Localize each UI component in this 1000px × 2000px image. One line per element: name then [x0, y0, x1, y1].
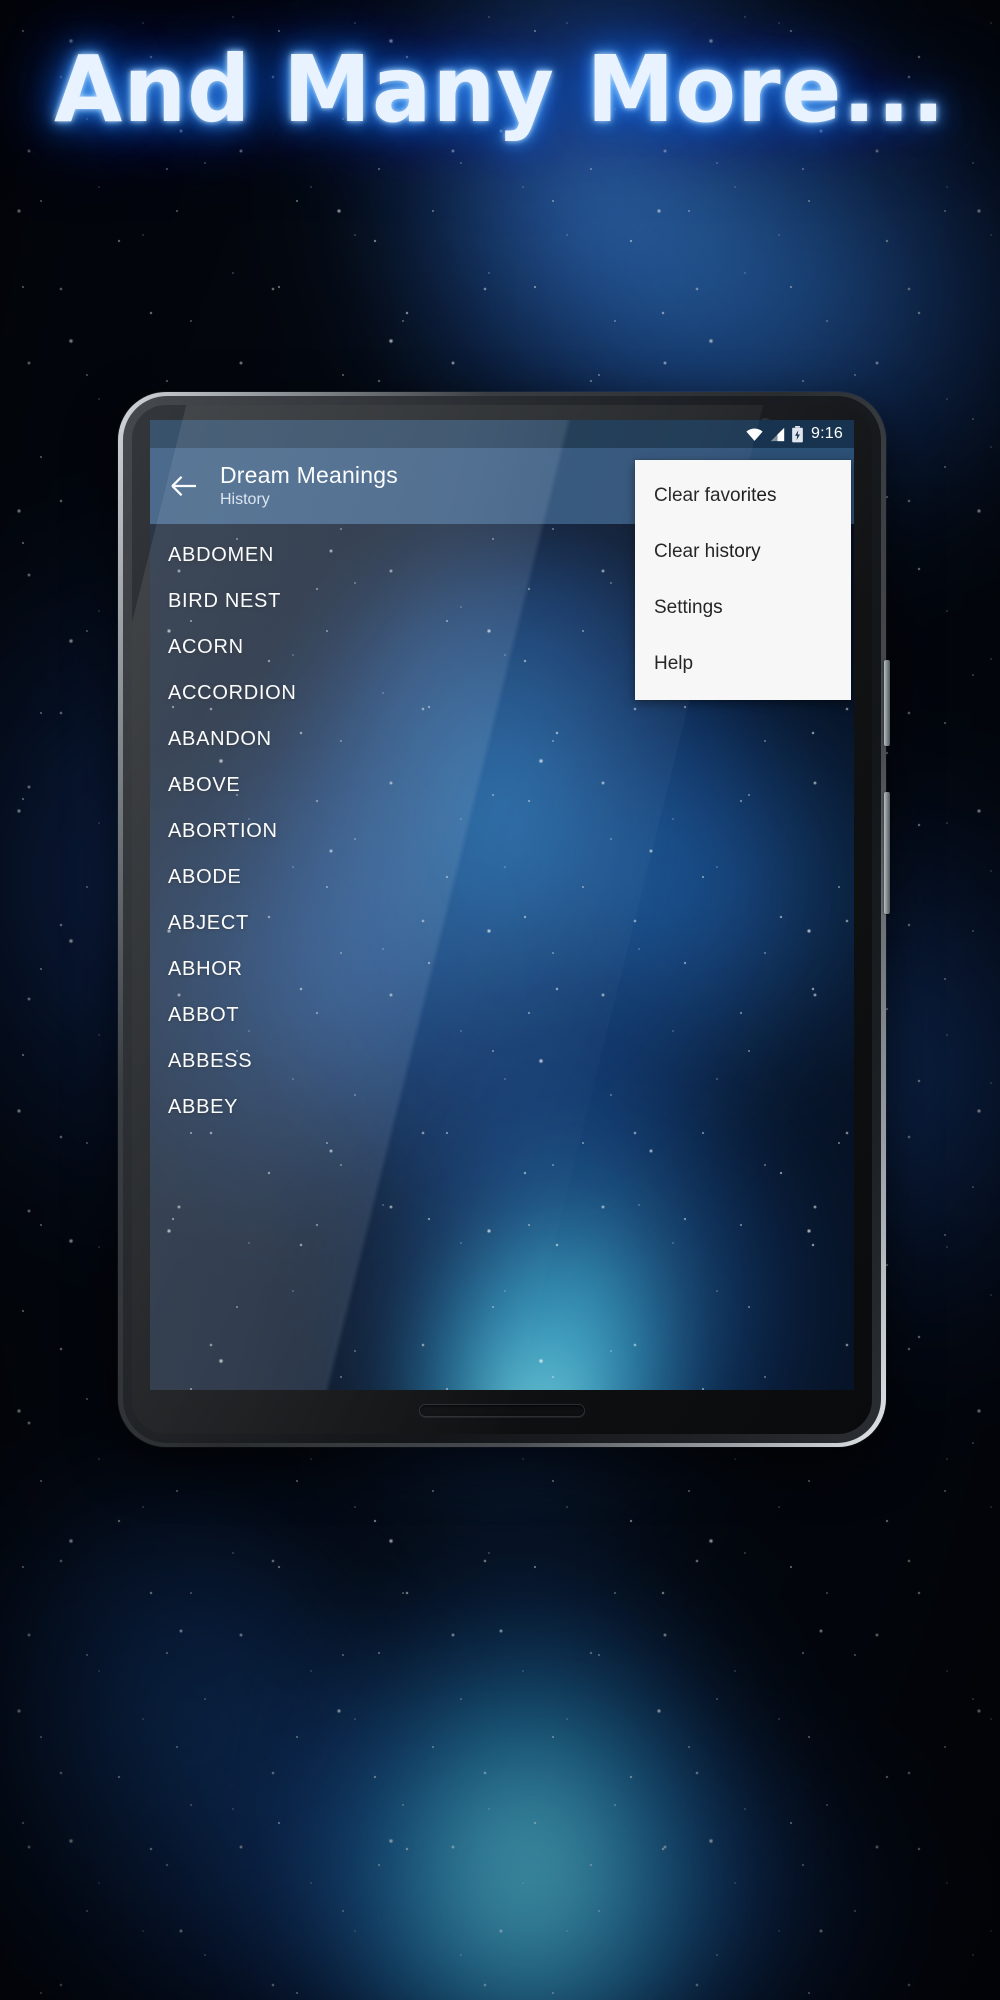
page-title: Dream Meanings: [220, 462, 398, 489]
menu-item-label: Help: [654, 653, 694, 674]
word-label: ABBEY: [168, 1095, 239, 1118]
status-bar: 9:16: [150, 420, 854, 448]
word-label: ABJECT: [168, 911, 249, 934]
list-item[interactable]: ABHOR: [150, 946, 854, 992]
page-subtitle: History: [220, 490, 270, 508]
battery-charging-icon: [791, 425, 804, 443]
status-bar-clock: 9:16: [811, 425, 843, 442]
menu-item-label: Settings: [654, 597, 723, 618]
word-label: ABHOR: [168, 957, 243, 980]
app-bar-titles: Dream Meanings History: [220, 463, 398, 508]
list-item[interactable]: ABBOT: [150, 992, 854, 1038]
list-item[interactable]: ABODE: [150, 854, 854, 900]
list-item[interactable]: ABBEY: [150, 1084, 854, 1130]
signal-icon: [769, 427, 786, 442]
phone-mockup: 9:16 Dream Meanings History ABDOMEN BIRD…: [118, 392, 890, 1447]
menu-item-help[interactable]: Help: [635, 636, 851, 692]
word-label: ABODE: [168, 865, 242, 888]
word-label: ACCORDION: [168, 681, 297, 704]
menu-item-label: Clear favorites: [654, 485, 777, 506]
word-label: ACORN: [168, 635, 244, 658]
word-label: BIRD NEST: [168, 589, 281, 612]
word-label: ABANDON: [168, 727, 272, 750]
menu-item-clear-favorites[interactable]: Clear favorites: [635, 468, 851, 524]
menu-item-settings[interactable]: Settings: [635, 580, 851, 636]
list-item[interactable]: ABOVE: [150, 762, 854, 808]
list-item[interactable]: ABJECT: [150, 900, 854, 946]
menu-item-clear-history[interactable]: Clear history: [635, 524, 851, 580]
word-label: ABBOT: [168, 1003, 240, 1026]
volume-button[interactable]: [884, 660, 890, 746]
word-label: ABORTION: [168, 819, 278, 842]
list-item[interactable]: ABORTION: [150, 808, 854, 854]
word-label: ABBESS: [168, 1049, 253, 1072]
word-label: ABOVE: [168, 773, 241, 796]
word-label: ABDOMEN: [168, 543, 275, 566]
wifi-icon: [745, 427, 764, 442]
back-arrow-icon[interactable]: [164, 466, 204, 506]
menu-item-label: Clear history: [654, 541, 761, 562]
power-button[interactable]: [884, 792, 890, 914]
bottom-speaker: [419, 1404, 585, 1417]
phone-screen: 9:16 Dream Meanings History ABDOMEN BIRD…: [150, 420, 854, 1390]
headline-text: And Many More...: [54, 36, 946, 143]
overflow-menu[interactable]: Clear favorites Clear history Settings H…: [635, 460, 851, 700]
list-item[interactable]: ABANDON: [150, 716, 854, 762]
list-item[interactable]: ABBESS: [150, 1038, 854, 1084]
